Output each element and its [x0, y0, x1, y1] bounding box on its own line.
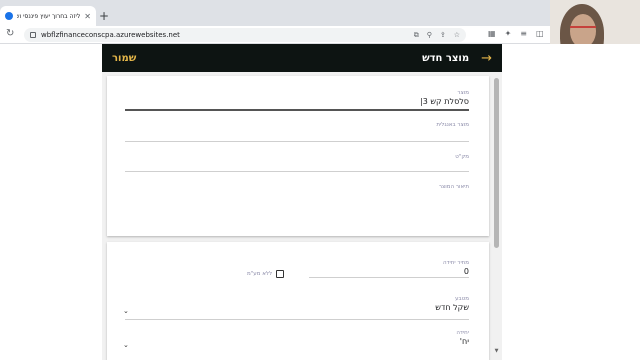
unit-price-field[interactable]: מחיר יחידה 0 — [443, 260, 469, 276]
unit-price-input[interactable]: 0 — [443, 267, 469, 276]
extensions-puzzle-icon[interactable]: ✦ — [505, 29, 512, 39]
back-arrow-icon[interactable]: → — [481, 52, 492, 65]
unit-price-underline — [309, 277, 469, 278]
reload-icon[interactable]: ↻ — [6, 28, 14, 39]
scrollbar-thumb[interactable] — [494, 78, 499, 248]
save-button[interactable]: שמור — [112, 53, 136, 64]
product-input[interactable]: סלסלת קש 3| — [420, 97, 469, 106]
unit-price-label: מחיר יחידה — [442, 260, 469, 266]
share-icon[interactable]: ⇪ — [440, 31, 446, 40]
form-content: מוצר סלסלת קש 3| מוצר באנגלית מק"ט תיאור… — [102, 72, 502, 360]
no-vat-option[interactable]: ללא מע"מ — [247, 270, 285, 278]
pricing-card: מחיר יחידה 0 ללא מע"מ מטבע שקל חדש ⌄ יחי… — [107, 242, 489, 360]
browser-tab-strip: ליזה בחרוך יעוץ פיננסי ושירותי ✕ + — [0, 0, 640, 26]
no-vat-checkbox[interactable] — [276, 270, 285, 278]
currency-label: מטבע — [455, 296, 469, 302]
product-field[interactable]: מוצר סלסלת קש 3| — [420, 90, 469, 106]
unit-chevron-down-icon[interactable]: ⌄ — [123, 341, 129, 349]
product-foreign-label: מוצר באנגלית — [436, 122, 469, 128]
page-scrollbar[interactable]: ▼ — [493, 74, 500, 360]
no-vat-label: ללא מע"מ — [247, 271, 273, 277]
unit-select[interactable]: יחידה יח' — [456, 330, 469, 346]
unit-label: יחידה — [456, 330, 469, 336]
currency-chevron-down-icon[interactable]: ⌄ — [123, 307, 129, 315]
address-bar[interactable]: wbflzfinanceconscpa.azurewebsites.net ⧉ … — [24, 28, 466, 42]
sku-label: מק"ט — [455, 154, 469, 160]
product-foreign-underline — [125, 141, 469, 142]
sku-underline — [125, 171, 469, 172]
product-underline — [125, 109, 469, 111]
unit-value[interactable]: יח' — [456, 337, 469, 346]
install-icon[interactable]: ⧉ — [414, 31, 419, 40]
page-title: מוצר חדש — [422, 52, 470, 64]
lock-icon — [30, 32, 36, 38]
favicon-icon — [5, 12, 13, 20]
description-label: תיאור המוצר — [438, 184, 469, 190]
url-text: wbflzfinanceconscpa.azurewebsites.net — [41, 31, 180, 39]
extension-icon[interactable]: ▦ — [488, 29, 496, 39]
product-label: מוצר — [457, 90, 469, 96]
close-tab-icon[interactable]: ✕ — [84, 12, 91, 21]
media-icon[interactable]: ≡ — [520, 29, 527, 39]
presenter-glasses — [570, 26, 596, 32]
currency-value[interactable]: שקל חדש — [435, 303, 469, 312]
product-foreign-field[interactable]: מוצר באנגלית — [436, 122, 469, 129]
scroll-down-arrow-icon[interactable]: ▼ — [493, 348, 500, 354]
sku-field[interactable]: מק"ט — [455, 154, 469, 161]
tab-title: ליזה בחרוך יעוץ פיננסי ושירותי — [17, 12, 81, 20]
new-tab-button[interactable]: + — [97, 9, 111, 23]
browser-tab[interactable]: ליזה בחרוך יעוץ פיננסי ושירותי ✕ — [0, 6, 96, 26]
browser-toolbar: ↻ wbflzfinanceconscpa.azurewebsites.net … — [0, 26, 640, 44]
app-page: שמור מוצר חדש → מוצר סלסלת קש 3| מוצר בא… — [0, 44, 640, 360]
currency-select[interactable]: מטבע שקל חדש — [435, 296, 469, 312]
side-panel-icon[interactable]: ◫ — [536, 29, 544, 39]
zoom-icon[interactable]: ⚲ — [427, 31, 432, 40]
bookmark-star-icon[interactable]: ☆ — [454, 31, 460, 40]
app-bar: שמור מוצר חדש → — [102, 44, 502, 72]
product-details-card: מוצר סלסלת קש 3| מוצר באנגלית מק"ט תיאור… — [107, 76, 489, 236]
description-field[interactable]: תיאור המוצר — [439, 184, 469, 191]
currency-underline — [125, 319, 469, 320]
